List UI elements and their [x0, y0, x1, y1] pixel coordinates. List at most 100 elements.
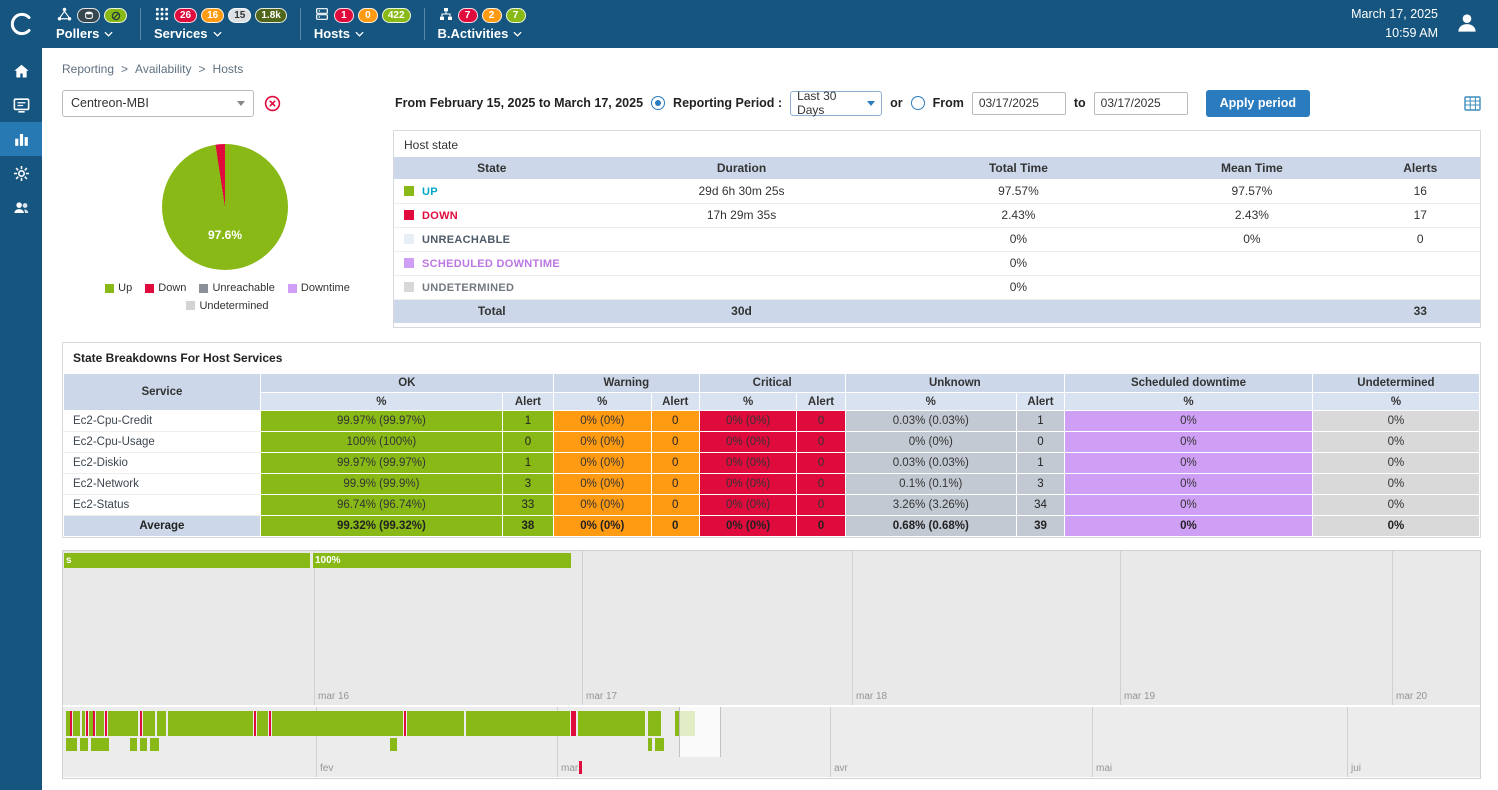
- table-row-undetermined: UNDETERMINED 0%: [394, 275, 1480, 299]
- service-breakdown-panel: State Breakdowns For Host Services Servi…: [62, 342, 1481, 538]
- services-unknown-badge[interactable]: 15: [228, 8, 251, 23]
- hosts-down-badge[interactable]: 1: [334, 8, 354, 23]
- nav-hosts[interactable]: 1 0 422 Hosts: [314, 7, 411, 41]
- export-report-button[interactable]: [1464, 96, 1481, 111]
- ba-critical-badge[interactable]: 7: [458, 8, 478, 23]
- breadcrumb: Reporting > Availability > Hosts: [62, 48, 1481, 80]
- reporting-period-select[interactable]: Last 30 Days: [790, 91, 882, 116]
- legend-downtime: Downtime: [288, 280, 350, 296]
- host-select-value: Centreon-MBI: [71, 96, 149, 110]
- centreon-c-icon: [8, 11, 34, 37]
- host-state-table: State Duration Total Time Mean Time Aler…: [394, 157, 1480, 323]
- average-row: Average 99.32% (99.32%) 38 0% (0%) 0 0% …: [64, 516, 1480, 537]
- availability-pie-panel: 97.6% Up Down Unreachable Downtime Undet…: [62, 130, 393, 328]
- sub-header: %: [845, 393, 1016, 411]
- or-label: or: [890, 96, 903, 110]
- from-label: From: [933, 96, 964, 110]
- state-label: SCHEDULED DOWNTIME: [422, 258, 560, 270]
- ba-warning-badge[interactable]: 2: [482, 8, 502, 23]
- hosts-up-badge[interactable]: 422: [382, 8, 411, 23]
- pie-up-percentage: 97.6%: [208, 228, 242, 242]
- undetermined-color-swatch: [186, 301, 195, 310]
- top-header: Pollers 26 16 15 1.8k Services: [0, 0, 1498, 48]
- service-row: Ec2-Cpu-Credit 99.97% (99.97%) 1 0% (0%)…: [64, 411, 1480, 432]
- header-time: 10:59 AM: [1351, 24, 1438, 43]
- hosts-unreachable-badge[interactable]: 0: [358, 8, 378, 23]
- breadcrumb-reporting[interactable]: Reporting: [62, 62, 114, 76]
- sub-header: %: [699, 393, 797, 411]
- chevron-down-icon: [213, 31, 222, 37]
- breadcrumb-hosts: Hosts: [213, 62, 244, 76]
- nav-pollers[interactable]: Pollers: [56, 7, 127, 41]
- service-name[interactable]: Ec2-Network: [64, 474, 261, 495]
- sub-header: Alert: [651, 393, 699, 411]
- service-name[interactable]: Ec2-Status: [64, 495, 261, 516]
- select-caret-icon: [867, 101, 875, 106]
- downtime-color-swatch: [288, 284, 297, 293]
- sub-header: Alert: [797, 393, 845, 411]
- services-critical-badge[interactable]: 26: [174, 8, 197, 23]
- column-header: Scheduled downtime: [1065, 374, 1313, 393]
- column-header: OK: [260, 374, 553, 393]
- pollers-icon: [56, 6, 73, 26]
- from-date-input[interactable]: [972, 92, 1066, 115]
- timeline-main-plot[interactable]: mar 16mar 17mar 18mar 19mar 20s100%: [63, 551, 1480, 707]
- clear-selection-button[interactable]: [264, 95, 281, 112]
- down-color-swatch: [145, 284, 154, 293]
- host-state-panel: Host state State Duration Total Time Mea…: [393, 130, 1481, 328]
- sidebar-item-home[interactable]: [0, 54, 42, 88]
- column-header: State: [394, 157, 589, 179]
- sub-header: Alert: [502, 393, 553, 411]
- undetermined-state-swatch: [404, 282, 414, 292]
- sidebar-item-administration[interactable]: [0, 190, 42, 224]
- to-label: to: [1074, 96, 1086, 110]
- sub-header: %: [553, 393, 651, 411]
- service-name[interactable]: Ec2-Cpu-Credit: [64, 411, 261, 432]
- nav-bactivities[interactable]: 7 2 7 B.Activities: [438, 7, 526, 41]
- timeline-mini-plot[interactable]: fevmaravrmaijui: [63, 707, 1480, 777]
- downtime-state-swatch: [404, 258, 414, 268]
- home-icon: [12, 62, 31, 81]
- table-total-row: Total 30d 33: [394, 299, 1480, 323]
- down-state-swatch: [404, 210, 414, 220]
- sidebar-item-reporting[interactable]: [0, 122, 42, 156]
- ba-ok-badge[interactable]: 7: [506, 8, 526, 23]
- sidebar: [0, 48, 42, 790]
- service-row: Ec2-Status 96.74% (96.74%) 33 0% (0%) 0 …: [64, 495, 1480, 516]
- custom-period-radio[interactable]: [911, 96, 925, 110]
- up-state-swatch: [404, 186, 414, 196]
- host-availability-row: 97.6% Up Down Unreachable Downtime Undet…: [62, 130, 1481, 328]
- reporting-period-radio[interactable]: [651, 96, 665, 110]
- to-date-input[interactable]: [1094, 92, 1188, 115]
- services-warning-badge[interactable]: 16: [201, 8, 224, 23]
- circled-x-icon: [264, 95, 281, 112]
- state-label: DOWN: [422, 210, 458, 222]
- period-summary: From February 15, 2025 to March 17, 2025: [395, 96, 643, 110]
- service-name[interactable]: Ec2-Diskio: [64, 453, 261, 474]
- services-icon: [154, 6, 170, 25]
- main-content: Reporting > Availability > Hosts Centreo…: [42, 48, 1498, 790]
- monitoring-icon: [12, 96, 31, 115]
- sidebar-item-configuration[interactable]: [0, 156, 42, 190]
- filter-bar: Centreon-MBI From February 15, 2025 to M…: [62, 88, 1481, 118]
- table-row-unreachable: UNREACHABLE 0% 0% 0: [394, 227, 1480, 251]
- user-menu[interactable]: [1454, 10, 1480, 39]
- column-header: Undetermined: [1312, 374, 1479, 393]
- nav-services[interactable]: 26 16 15 1.8k Services: [154, 7, 287, 41]
- table-row-down: DOWN 17h 29m 35s 2.43% 2.43% 17: [394, 203, 1480, 227]
- column-header: Mean Time: [1143, 157, 1360, 179]
- host-select[interactable]: Centreon-MBI: [62, 90, 254, 117]
- apply-period-button[interactable]: Apply period: [1206, 90, 1310, 117]
- gear-icon: [12, 164, 31, 183]
- average-label: Average: [64, 516, 261, 537]
- services-ok-badge[interactable]: 1.8k: [255, 8, 286, 23]
- nav-separator: [140, 8, 141, 40]
- unreachable-color-swatch: [199, 284, 208, 293]
- sub-header: %: [260, 393, 502, 411]
- service-name[interactable]: Ec2-Cpu-Usage: [64, 432, 261, 453]
- breadcrumb-availability[interactable]: Availability: [135, 62, 191, 76]
- bar-chart-icon: [12, 130, 31, 149]
- centreon-logo[interactable]: [0, 11, 42, 37]
- pie-legend: Up Down Unreachable Downtime Undetermine…: [62, 280, 393, 315]
- sidebar-item-monitoring[interactable]: [0, 88, 42, 122]
